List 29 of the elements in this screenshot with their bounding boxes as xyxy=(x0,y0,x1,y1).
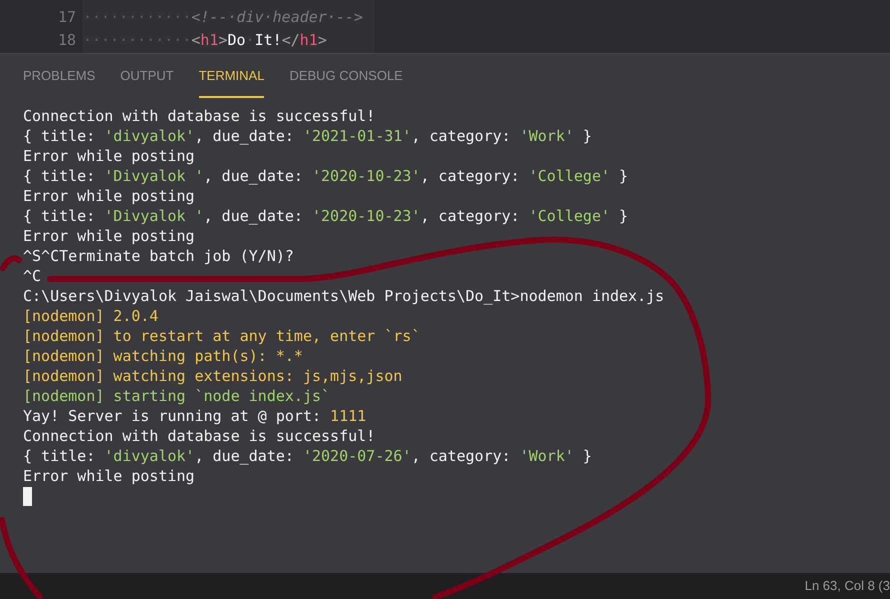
line-number: 18 xyxy=(56,30,77,51)
terminal-cursor xyxy=(23,487,32,506)
terminal-line: [nodemon] to restart at any time, enter `rs` xyxy=(23,326,420,346)
terminal-line: { title: 'Divyalok ', due_date: '2020-10-23', category: 'College' } xyxy=(23,166,628,186)
terminal-line: Error while posting xyxy=(23,466,195,486)
terminal-line: { title: 'Divyalok ', due_date: '2020-10-23', category: 'College' } xyxy=(23,206,628,226)
terminal-line: Connection with database is successful! xyxy=(23,106,376,126)
panel-tab[interactable]: PROBLEMS xyxy=(23,54,96,98)
terminal-line: [nodemon] watching path(s): *.* xyxy=(23,346,303,366)
panel-tab[interactable]: OUTPUT xyxy=(120,54,174,98)
code-line: ············<h1>Do·It!</h1> xyxy=(83,30,328,51)
terminal-line: { title: 'divyalok', due_date: '2021-01-31', category: 'Work' } xyxy=(23,126,592,146)
terminal-line: Connection with database is successful! xyxy=(23,426,376,446)
terminal-line: [nodemon] watching extensions: js,mjs,json xyxy=(23,366,402,386)
line-number: 17 xyxy=(56,7,77,28)
terminal-line: Error while posting xyxy=(23,226,195,246)
terminal-line: ^S^CTerminate batch job (Y/N)? xyxy=(23,246,294,266)
terminal-line: Error while posting xyxy=(23,186,195,206)
terminal-line: ^C xyxy=(23,266,42,286)
terminal-line: Yay! Server is running at @ port: 1111 xyxy=(23,406,366,426)
terminal-line: [nodemon] starting `node index.js` xyxy=(23,386,330,406)
panel-tab[interactable]: DEBUG CONSOLE xyxy=(289,54,403,98)
terminal-line: C:\Users\Divyalok Jaiswal\Documents\Web Projects\Do_It>nodemon index.js xyxy=(23,286,664,306)
terminal-line: Error while posting xyxy=(23,146,195,166)
cursor-position[interactable]: Ln 63, Col 8 (3 xyxy=(804,576,890,596)
code-line: ············<!--·div·header·--> xyxy=(83,7,363,28)
terminal-line: [nodemon] 2.0.4 xyxy=(23,306,158,326)
terminal-line: { title: 'divyalok', due_date: '2020-07-26', category: 'Work' } xyxy=(23,446,592,466)
panel-tab[interactable]: TERMINAL xyxy=(198,54,264,98)
